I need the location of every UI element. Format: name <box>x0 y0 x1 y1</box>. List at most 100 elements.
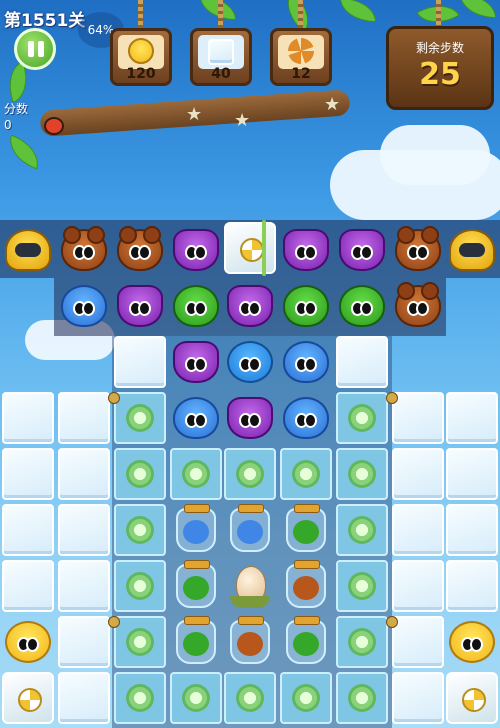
board-cell[interactable] <box>446 616 498 668</box>
board-cell[interactable] <box>170 280 222 332</box>
frost-tile[interactable] <box>114 672 166 724</box>
board-cell[interactable] <box>170 392 222 444</box>
frost-tile[interactable] <box>114 616 166 668</box>
board-cell[interactable] <box>446 672 498 724</box>
board-cell[interactable] <box>224 220 276 276</box>
owl-piece <box>173 341 219 383</box>
board-cell[interactable] <box>170 560 222 612</box>
frost-tile[interactable] <box>280 672 332 724</box>
star-icon: ★ <box>324 94 341 115</box>
board-cell[interactable] <box>58 280 110 332</box>
pinwheel-block <box>224 222 276 274</box>
frost-tile[interactable] <box>336 504 388 556</box>
frost-tile[interactable] <box>336 616 388 668</box>
board-cell[interactable] <box>280 392 332 444</box>
board-cell[interactable] <box>280 504 332 556</box>
board-cell[interactable] <box>170 504 222 556</box>
frog-piece <box>173 285 219 327</box>
ice-block[interactable] <box>392 392 444 444</box>
board-cell[interactable] <box>2 672 54 724</box>
goal-ice-count: 40 <box>211 66 231 82</box>
chick-icon <box>128 38 154 64</box>
ice-block[interactable] <box>392 448 444 500</box>
goal-flower-tile <box>278 35 324 69</box>
frost-tile[interactable] <box>336 560 388 612</box>
board-cell[interactable] <box>224 560 276 612</box>
board-cell[interactable] <box>280 560 332 612</box>
ice-block[interactable] <box>392 560 444 612</box>
board-cell[interactable] <box>446 224 498 276</box>
hippo-piece <box>283 397 329 439</box>
ice-block[interactable] <box>58 392 110 444</box>
board-cell[interactable] <box>336 280 388 332</box>
board-cell[interactable] <box>114 224 166 276</box>
board-cell[interactable] <box>280 336 332 388</box>
board-cell[interactable] <box>170 616 222 668</box>
chick-piece <box>5 621 51 663</box>
bear-piece <box>395 282 441 327</box>
ice-block[interactable] <box>2 392 54 444</box>
board-cell[interactable] <box>224 504 276 556</box>
flower-icon <box>288 38 314 64</box>
ice-block[interactable] <box>114 336 166 388</box>
ice-block[interactable] <box>392 504 444 556</box>
frost-tile[interactable] <box>170 672 222 724</box>
board-cell[interactable] <box>2 616 54 668</box>
frost-tile[interactable] <box>114 560 166 612</box>
frost-tile[interactable] <box>280 448 332 500</box>
flower-icon <box>182 684 210 712</box>
ice-block[interactable] <box>392 616 444 668</box>
moves-remaining-panel: 剩余步数 25 <box>386 26 494 110</box>
board-cell[interactable] <box>336 224 388 276</box>
frost-tile[interactable] <box>114 392 166 444</box>
frost-tile[interactable] <box>114 448 166 500</box>
board-cell[interactable] <box>392 280 444 332</box>
board-cell[interactable] <box>114 280 166 332</box>
frost-tile[interactable] <box>224 672 276 724</box>
ice-block[interactable] <box>58 560 110 612</box>
flower-icon <box>292 460 320 488</box>
board-cell[interactable] <box>280 224 332 276</box>
pause-button[interactable] <box>14 28 56 70</box>
board-cell[interactable] <box>224 616 276 668</box>
board-cell[interactable] <box>58 224 110 276</box>
frost-tile[interactable] <box>114 504 166 556</box>
jar-piece <box>176 560 216 608</box>
ice-block[interactable] <box>392 672 444 724</box>
ice-block[interactable] <box>58 504 110 556</box>
board-cell[interactable] <box>280 616 332 668</box>
pause-icon <box>28 41 34 57</box>
frost-tile[interactable] <box>336 672 388 724</box>
ice-block[interactable] <box>446 392 498 444</box>
rope <box>218 0 223 30</box>
ice-block[interactable] <box>58 672 110 724</box>
board-cell[interactable] <box>170 336 222 388</box>
frost-tile[interactable] <box>336 392 388 444</box>
ice-block[interactable] <box>2 448 54 500</box>
ice-block[interactable] <box>2 504 54 556</box>
board-cell[interactable] <box>2 224 54 276</box>
bolt-decoration <box>108 616 120 628</box>
flower-icon <box>348 628 376 656</box>
frost-tile[interactable] <box>224 448 276 500</box>
board-cell[interactable] <box>224 392 276 444</box>
board-cell[interactable] <box>224 336 276 388</box>
ice-block[interactable] <box>446 560 498 612</box>
flower-icon <box>126 684 154 712</box>
frost-tile[interactable] <box>336 448 388 500</box>
board-cell[interactable] <box>170 224 222 276</box>
ice-block[interactable] <box>446 448 498 500</box>
robot-piece <box>5 229 51 271</box>
board-cell[interactable] <box>280 280 332 332</box>
ice-block[interactable] <box>2 560 54 612</box>
ice-block[interactable] <box>58 616 110 668</box>
ice-block[interactable] <box>336 336 388 388</box>
hippo-piece <box>283 341 329 383</box>
frost-tile[interactable] <box>170 448 222 500</box>
flower-icon <box>236 684 264 712</box>
owl-piece <box>227 285 273 327</box>
ice-block[interactable] <box>446 504 498 556</box>
ice-block[interactable] <box>58 448 110 500</box>
board-cell[interactable] <box>392 224 444 276</box>
board-cell[interactable] <box>224 280 276 332</box>
